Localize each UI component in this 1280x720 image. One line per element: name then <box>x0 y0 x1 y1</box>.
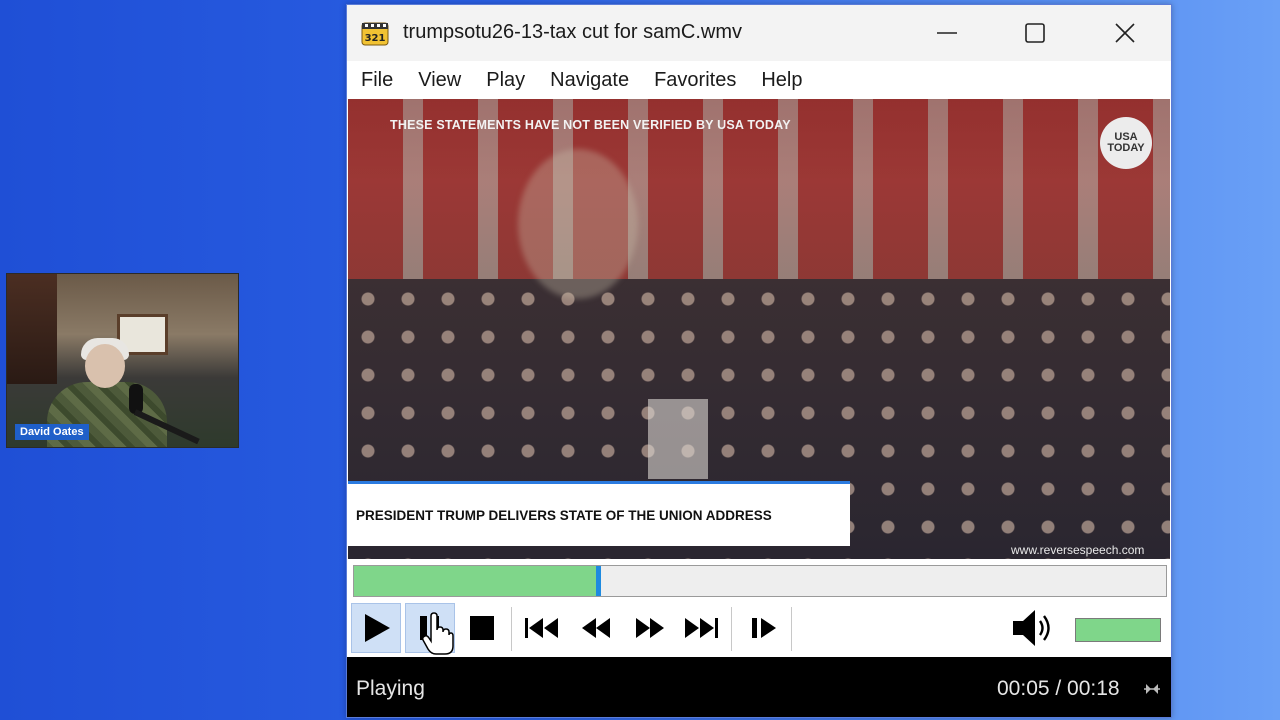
speaker-icon[interactable] <box>1009 605 1057 651</box>
menu-view[interactable]: View <box>418 69 461 92</box>
menu-help[interactable]: Help <box>761 69 802 92</box>
rewind-button[interactable] <box>571 603 621 653</box>
separator <box>791 607 792 651</box>
volume-slider[interactable] <box>1075 618 1161 642</box>
bookshelf <box>7 274 57 384</box>
maximize-button[interactable] <box>1005 5 1065 61</box>
title-bar[interactable]: 321 trumpsotu26-13-tax cut for samC.wmv <box>347 5 1171 61</box>
seek-bar-progress <box>354 566 598 596</box>
menu-navigate[interactable]: Navigate <box>550 69 629 92</box>
menu-file[interactable]: File <box>361 69 393 92</box>
separator <box>731 607 732 651</box>
video-watermark: www.reversespeech.com <box>1011 543 1145 557</box>
svg-text:321: 321 <box>365 33 386 44</box>
close-button[interactable] <box>1095 5 1155 61</box>
maximize-icon <box>1025 23 1045 43</box>
lower-third-caption: PRESIDENT TRUMP DELIVERS STATE OF THE UN… <box>348 481 850 546</box>
webcam-name-tag: David Oates <box>15 424 89 440</box>
fast-forward-icon <box>636 618 664 638</box>
usa-today-logo: USA TODAY <box>1100 117 1152 169</box>
window-title: trumpsotu26-13-tax cut for samC.wmv <box>403 21 742 43</box>
logo-line-2: TODAY <box>1107 142 1145 154</box>
separator <box>511 607 512 651</box>
stop-button[interactable] <box>457 603 507 653</box>
menu-bar: File View Play Navigate Favorites Help <box>347 61 1171 99</box>
play-button[interactable] <box>351 603 401 653</box>
lower-third-text: PRESIDENT TRUMP DELIVERS STATE OF THE UN… <box>356 508 772 523</box>
minimize-icon <box>937 32 957 34</box>
skip-back-button[interactable] <box>517 603 567 653</box>
minimize-button[interactable] <box>917 5 977 61</box>
close-icon <box>1115 23 1135 43</box>
video-disclaimer: THESE STATEMENTS HAVE NOT BEEN VERIFIED … <box>390 118 791 132</box>
menu-favorites[interactable]: Favorites <box>654 69 736 92</box>
app-icon: 321 <box>361 22 389 46</box>
rewind-icon <box>582 618 610 638</box>
skip-back-icon <box>525 618 558 638</box>
skip-forward-button[interactable] <box>677 603 727 653</box>
video-area[interactable]: THESE STATEMENTS HAVE NOT BEEN VERIFIED … <box>348 99 1170 559</box>
stream-icon <box>1144 684 1160 694</box>
seek-bar-thumb[interactable] <box>595 566 601 596</box>
video-podium <box>648 399 708 479</box>
seek-bar[interactable] <box>353 565 1167 597</box>
frame-step-icon <box>752 618 776 638</box>
fast-forward-button[interactable] <box>625 603 675 653</box>
status-bar: Playing 00:05 / 00:18 <box>347 657 1171 717</box>
time-display: 00:05 / 00:18 <box>997 677 1120 700</box>
stop-icon <box>470 616 494 640</box>
frame-step-button[interactable] <box>739 603 789 653</box>
playback-controls <box>347 599 1171 657</box>
person-head <box>85 344 125 388</box>
webcam-overlay: David Oates <box>6 273 239 448</box>
menu-play[interactable]: Play <box>486 69 525 92</box>
hand-cursor-icon <box>422 612 454 655</box>
play-icon <box>365 614 390 642</box>
video-ghost-figure <box>518 149 638 299</box>
volume-level <box>1076 619 1160 641</box>
media-player-window: 321 trumpsotu26-13-tax cut for samC.wmv … <box>346 4 1172 718</box>
skip-forward-icon <box>685 618 718 638</box>
playback-status: Playing <box>356 677 425 700</box>
